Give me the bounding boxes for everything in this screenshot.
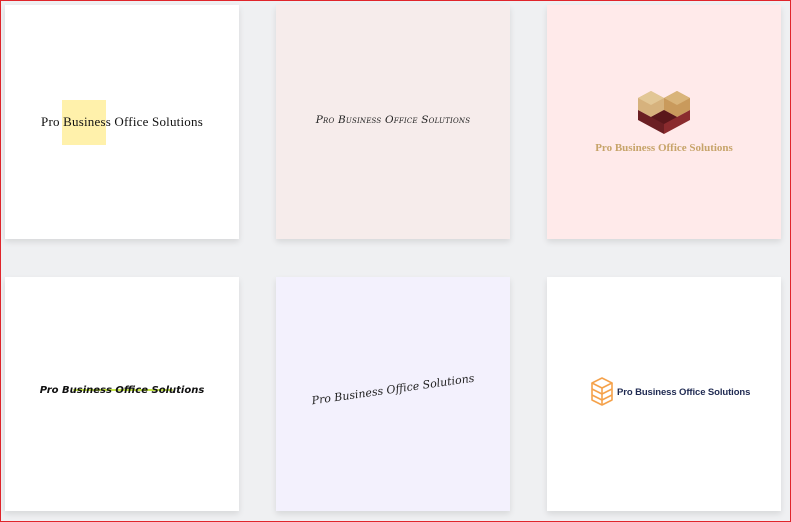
logo-card[interactable]: Pro Business Office Solutions xyxy=(547,277,781,511)
logo-card[interactable]: Pro Business Office Solutions xyxy=(5,277,239,511)
logo-card[interactable]: Pro Business Office Solutions xyxy=(276,5,510,239)
logo-card[interactable]: Pro Business Office Solutions xyxy=(547,5,781,239)
logo-card[interactable]: Pro Business Office Solutions xyxy=(276,277,510,511)
heart-blocks-icon xyxy=(638,91,690,134)
logo-card[interactable]: Pro Business Office Solutions xyxy=(5,5,239,239)
box-outline-icon xyxy=(591,377,613,406)
logo-text: Pro Business Office Solutions xyxy=(315,114,471,126)
logo-text: Pro Business Office Solutions xyxy=(310,371,476,408)
logo-text: Pro Business Office Solutions xyxy=(39,385,205,396)
logo-text: Pro Business Office Solutions xyxy=(595,142,733,154)
logo-text: Pro Business Office Solutions xyxy=(41,114,203,129)
logo-text: Pro Business Office Solutions xyxy=(617,387,751,398)
